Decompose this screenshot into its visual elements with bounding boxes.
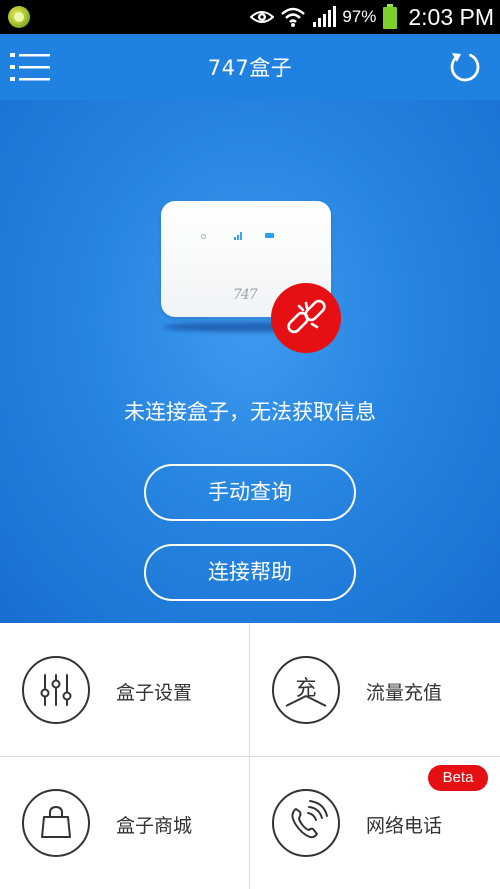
data-recharge-label: 流量充值 (366, 682, 443, 704)
feature-grid: 盒子设置 充 流量充值 盒子商城 Beta 网络电话 (0, 623, 500, 889)
device-signal-icon (234, 232, 242, 240)
internet-call-tile[interactable]: Beta 网络电话 (250, 756, 500, 889)
refresh-icon[interactable] (448, 50, 482, 84)
app-title: 747盒子 (207, 56, 293, 80)
connection-panel: 747 未连接盒子，无法获取信息 手动查询 连接帮助 (0, 100, 500, 623)
phone-call-icon (272, 789, 340, 857)
status-icons: 97% 2:03 PM (250, 0, 494, 34)
shopping-bag-icon (22, 789, 90, 857)
box-store-label: 盒子商城 (116, 815, 193, 837)
clock: 2:03 PM (408, 3, 494, 30)
app-header: 747盒子 (0, 34, 500, 100)
app-notification-icon (8, 6, 30, 28)
settings-sliders-icon (22, 656, 90, 724)
signal-icon (313, 6, 337, 27)
box-store-tile[interactable]: 盒子商城 (0, 756, 250, 889)
box-settings-label: 盒子设置 (116, 682, 193, 704)
broken-link-icon (287, 299, 326, 334)
disconnected-badge (271, 283, 341, 353)
device-status-led (265, 233, 274, 238)
data-recharge-tile[interactable]: 充 流量充值 (250, 623, 500, 756)
connection-help-button[interactable]: 连接帮助 (144, 544, 356, 601)
recharge-icon: 充 (272, 656, 340, 724)
battery-icon (383, 4, 398, 29)
device-logo: 747 (233, 287, 258, 303)
eye-icon (250, 11, 275, 23)
connection-status-text: 未连接盒子，无法获取信息 (124, 400, 376, 424)
wifi-icon (281, 7, 306, 27)
battery-percent: 97% (342, 7, 377, 26)
beta-badge: Beta (428, 765, 488, 791)
box-settings-tile[interactable]: 盒子设置 (0, 623, 250, 756)
internet-call-label: 网络电话 (366, 815, 443, 837)
status-bar: 97% 2:03 PM (0, 0, 500, 34)
power-led-icon (201, 234, 206, 239)
manual-query-button[interactable]: 手动查询 (144, 464, 356, 521)
